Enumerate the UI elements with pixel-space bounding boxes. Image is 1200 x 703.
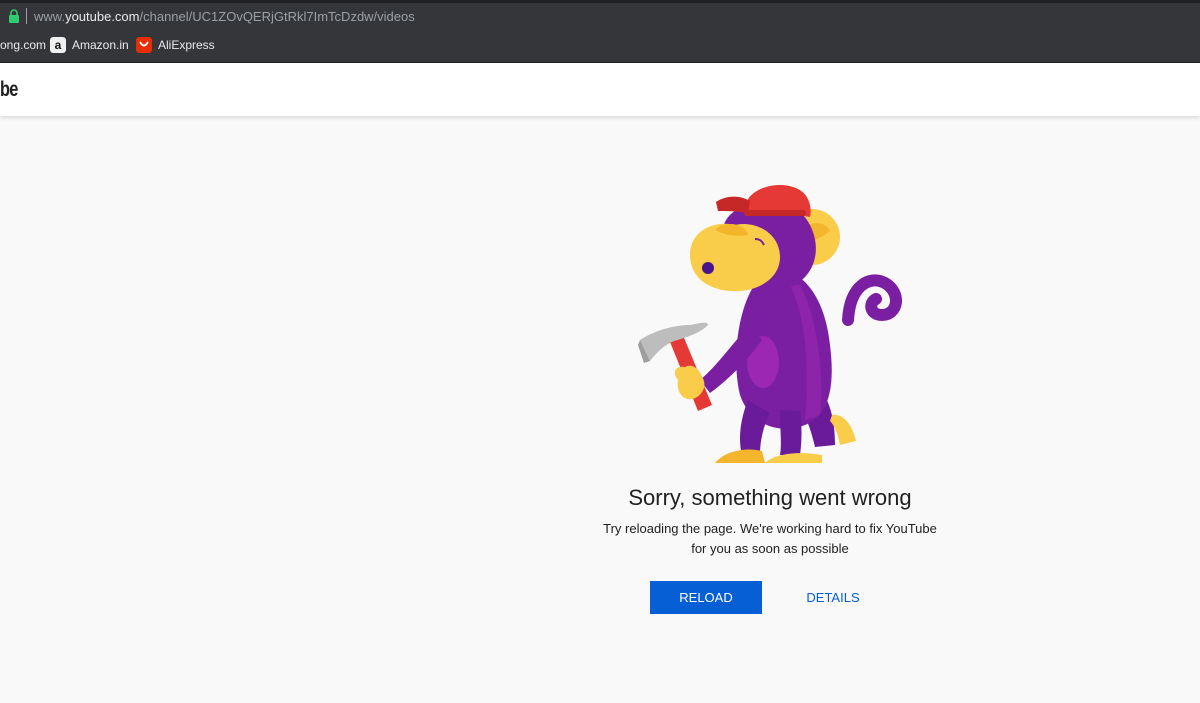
address-divider: [26, 8, 27, 24]
bookmark-ongcom[interactable]: ong.com: [0, 38, 46, 52]
error-title: Sorry, something went wrong: [628, 485, 912, 510]
monkey-illustration: [638, 184, 902, 463]
svg-text:a: a: [55, 38, 62, 52]
aliexpress-icon: [136, 37, 152, 53]
bookmark-aliexpress[interactable]: AliExpress: [158, 38, 215, 52]
url-prefix: www.: [34, 9, 66, 24]
url-path: /channel/UC1ZOvQERjGtRkl7ImTcDzdw/videos: [139, 9, 415, 24]
bookmarks-bar: ong.com a Amazon.in AliExpress: [0, 29, 1200, 63]
url-field[interactable]: www.youtube.com/channel/UC1ZOvQERjGtRkl7…: [34, 9, 415, 24]
error-message: Try reloading the page. We're working ha…: [580, 519, 960, 559]
youtube-header: be: [0, 63, 1200, 116]
lock-icon: [9, 9, 19, 23]
browser-address-bar: www.youtube.com/channel/UC1ZOvQERjGtRkl7…: [0, 0, 1200, 29]
details-button[interactable]: DETAILS: [790, 581, 876, 614]
youtube-logo[interactable]: be: [0, 78, 18, 102]
bookmark-amazon[interactable]: Amazon.in: [72, 38, 129, 52]
reload-button[interactable]: RELOAD: [650, 581, 762, 614]
error-message-line1: Try reloading the page. We're working ha…: [603, 521, 937, 536]
error-message-line2: for you as soon as possible: [691, 541, 849, 556]
url-host: youtube.com: [65, 9, 140, 24]
amazon-icon: a: [50, 37, 66, 53]
